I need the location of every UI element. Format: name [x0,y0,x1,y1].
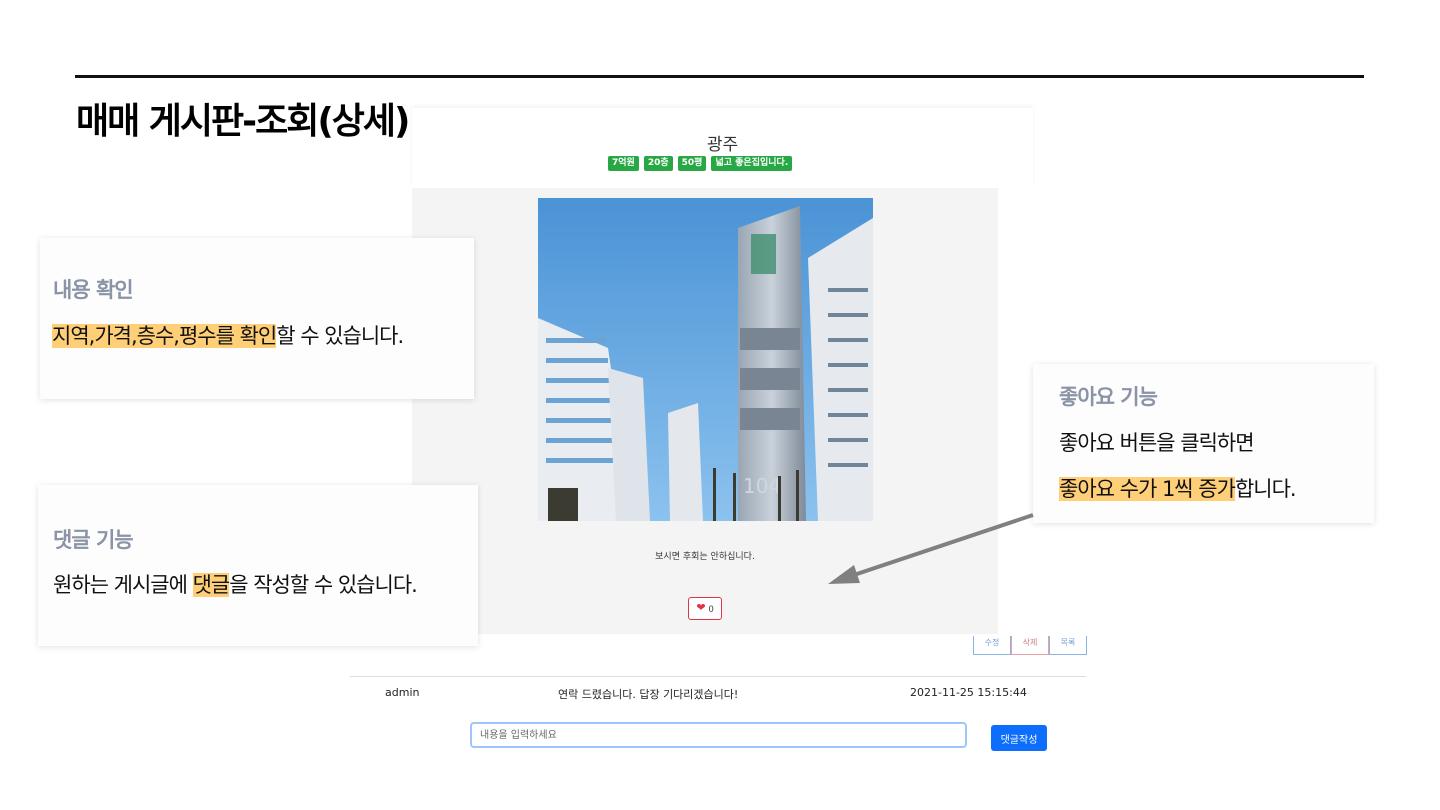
heart-icon: ❤ [696,602,706,614]
callout-comment: 댓글 기능 원하는 게시글에 댓글을 작성할 수 있습니다. [38,485,478,646]
svg-text:104: 104 [743,474,781,498]
callout-content-title: 내용 확인 [53,278,134,302]
like-count: 0 [708,603,714,614]
callout-like: 좋아요 기능 좋아요 버튼을 클릭하면 좋아요 수가 1씩 증가합니다. [1033,364,1374,523]
floor-tag: 20층 [643,156,673,171]
price-tag: 7억원 [608,156,639,171]
callout-comment-text: 원하는 게시글에 댓글을 작성할 수 있습니다. [53,569,418,599]
list-button[interactable]: 목록 [1049,636,1087,655]
callout-content: 내용 확인 지역,가격,층수,평수를 확인할 수 있습니다. [40,238,474,399]
like-button[interactable]: ❤ 0 [688,597,722,620]
summary-tag: 넓고 좋은집입니다. [711,156,793,171]
comment-divider [350,676,1086,677]
post-region: 광주 [706,135,739,155]
callout-like-line2: 좋아요 수가 1씩 증가합니다. [1059,473,1297,503]
callout-comment-title: 댓글 기능 [53,528,134,552]
apartment-photo: 104 [538,198,873,521]
delete-button[interactable]: 삭제 [1011,636,1049,655]
size-tag: 50평 [677,156,707,171]
callout-content-text: 지역,가격,층수,평수를 확인할 수 있습니다. [52,320,404,350]
callout-like-line1: 좋아요 버튼을 클릭하면 [1059,431,1255,455]
top-rule [75,75,1364,78]
comment-input[interactable] [470,722,967,748]
comment-submit-button[interactable]: 댓글작성 [991,725,1047,751]
pointer-arrow-icon [828,513,1034,584]
post-actions: 수정 삭제 목록 [973,636,1087,655]
callout-content-highlight: 지역,가격,층수,평수를 확인 [52,324,277,348]
comment-row: admin 연락 드렸습니다. 답장 기다리겠습니다! 2021-11-25 1… [350,686,1086,702]
comment-date: 2021-11-25 15:15:44 [910,686,1027,699]
callout-like-rest: 합니다. [1234,477,1297,501]
callout-comment-before: 원하는 게시글에 [53,573,193,597]
comment-text: 연락 드렸습니다. 답장 기다리겠습니다! [558,688,739,701]
post-header: 광주 7억원 20층 50평 넓고 좋은집입니다. [412,108,1033,188]
callout-like-title: 좋아요 기능 [1059,385,1158,409]
post-tags: 7억원 20층 50평 넓고 좋은집입니다. [608,156,793,171]
callout-comment-rest: 을 작성할 수 있습니다. [229,573,418,597]
slide-title: 매매 게시판-조회(상세) [76,101,410,142]
callout-like-highlight: 좋아요 수가 1씩 증가 [1059,477,1236,501]
comment-author: admin [385,686,420,699]
edit-button[interactable]: 수정 [973,636,1011,655]
callout-comment-highlight: 댓글 [192,573,230,597]
callout-content-rest: 할 수 있습니다. [276,324,404,348]
